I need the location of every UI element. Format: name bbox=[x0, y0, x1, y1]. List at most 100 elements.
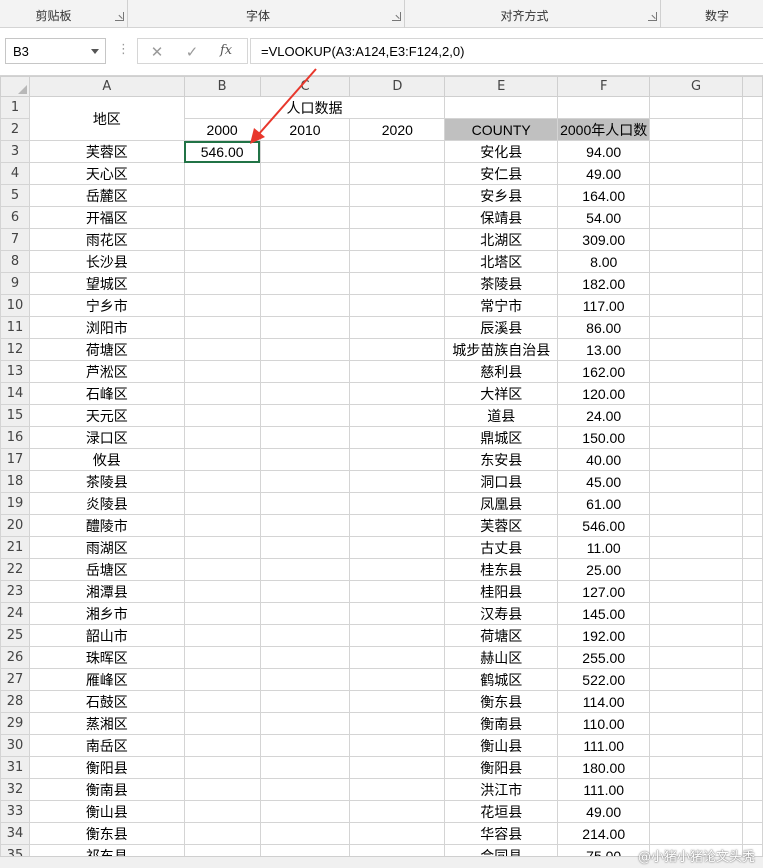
cell-county[interactable]: 衡山县 bbox=[444, 734, 559, 757]
row-header[interactable]: 3 bbox=[0, 140, 30, 163]
cell-region[interactable]: 石峰区 bbox=[28, 382, 185, 405]
row-header[interactable]: 2 bbox=[0, 118, 30, 141]
select-all-corner[interactable] bbox=[0, 76, 30, 97]
cell-population[interactable]: 8.00 bbox=[557, 250, 651, 273]
cell-c[interactable] bbox=[259, 756, 351, 779]
row-header[interactable]: 10 bbox=[0, 294, 30, 317]
cell-b[interactable] bbox=[183, 514, 261, 537]
cell-g[interactable] bbox=[649, 426, 743, 449]
cell-c[interactable] bbox=[259, 316, 351, 339]
row-header[interactable]: 24 bbox=[0, 602, 30, 625]
cell-county[interactable]: 凤凰县 bbox=[444, 492, 559, 515]
cell-g[interactable] bbox=[649, 228, 743, 251]
chevron-down-icon[interactable] bbox=[91, 49, 99, 54]
cell-region[interactable]: 炎陵县 bbox=[28, 492, 185, 515]
cell-b[interactable] bbox=[183, 272, 261, 295]
row-header[interactable]: 23 bbox=[0, 580, 30, 603]
cell-d[interactable] bbox=[349, 228, 446, 251]
cell-h[interactable] bbox=[741, 756, 763, 779]
cell-d[interactable] bbox=[349, 426, 446, 449]
cell-population[interactable]: 162.00 bbox=[557, 360, 651, 383]
cell-d[interactable] bbox=[349, 470, 446, 493]
cell-c[interactable] bbox=[259, 558, 351, 581]
cell-county[interactable]: 赫山区 bbox=[444, 646, 559, 669]
enter-icon[interactable]: ✓ bbox=[182, 43, 202, 61]
cell-c[interactable] bbox=[259, 778, 351, 801]
cell-d[interactable] bbox=[349, 448, 446, 471]
row-header[interactable]: 19 bbox=[0, 492, 30, 515]
cell-population[interactable]: 86.00 bbox=[557, 316, 651, 339]
cell-d[interactable] bbox=[349, 822, 446, 845]
cell-county[interactable]: 保靖县 bbox=[444, 206, 559, 229]
cell-b[interactable] bbox=[183, 778, 261, 801]
cell-c[interactable] bbox=[259, 250, 351, 273]
cell-d[interactable] bbox=[349, 140, 446, 163]
cell-c[interactable] bbox=[259, 734, 351, 757]
row-header[interactable]: 25 bbox=[0, 624, 30, 647]
cell-c[interactable] bbox=[259, 822, 351, 845]
cell-region[interactable]: 浏阳市 bbox=[28, 316, 185, 339]
cell-c[interactable] bbox=[259, 470, 351, 493]
cell-b2-year[interactable]: 2000 bbox=[183, 118, 261, 141]
cell-county[interactable]: 城步苗族自治县 bbox=[444, 338, 559, 361]
cell-h2[interactable] bbox=[741, 118, 763, 141]
cell-region[interactable]: 醴陵市 bbox=[28, 514, 185, 537]
cell-c[interactable] bbox=[259, 712, 351, 735]
cell-population[interactable]: 180.00 bbox=[557, 756, 651, 779]
row-header[interactable]: 20 bbox=[0, 514, 30, 537]
row-header[interactable]: 29 bbox=[0, 712, 30, 735]
cell-b[interactable] bbox=[183, 558, 261, 581]
cell-c[interactable] bbox=[259, 162, 351, 185]
cell-population[interactable]: 94.00 bbox=[557, 140, 651, 163]
cell-h[interactable] bbox=[741, 426, 763, 449]
cell-county[interactable]: 桂阳县 bbox=[444, 580, 559, 603]
cell-h[interactable] bbox=[741, 734, 763, 757]
row-header[interactable]: 26 bbox=[0, 646, 30, 669]
cell-h[interactable] bbox=[741, 294, 763, 317]
cell-population[interactable]: 13.00 bbox=[557, 338, 651, 361]
cell-region[interactable]: 衡阳县 bbox=[28, 756, 185, 779]
cell-population[interactable]: 145.00 bbox=[557, 602, 651, 625]
cell-d[interactable] bbox=[349, 206, 446, 229]
cell-region[interactable]: 珠晖区 bbox=[28, 646, 185, 669]
row-header[interactable]: 8 bbox=[0, 250, 30, 273]
cell-d[interactable] bbox=[349, 712, 446, 735]
cell-b[interactable] bbox=[183, 162, 261, 185]
cell-d[interactable] bbox=[349, 690, 446, 713]
cell-c[interactable] bbox=[259, 624, 351, 647]
cell-g[interactable] bbox=[649, 734, 743, 757]
cell-region[interactable]: 望城区 bbox=[28, 272, 185, 295]
cell-c[interactable] bbox=[259, 492, 351, 515]
row-header[interactable]: 12 bbox=[0, 338, 30, 361]
cell-d[interactable] bbox=[349, 272, 446, 295]
cell-h[interactable] bbox=[741, 492, 763, 515]
cell-g[interactable] bbox=[649, 492, 743, 515]
cell-g[interactable] bbox=[649, 778, 743, 801]
insert-function-icon[interactable]: fx bbox=[220, 43, 232, 58]
cell-county[interactable]: 北湖区 bbox=[444, 228, 559, 251]
column-header-c[interactable]: C bbox=[259, 76, 351, 97]
cell-d[interactable] bbox=[349, 756, 446, 779]
column-header-h[interactable] bbox=[741, 76, 763, 97]
cell-population[interactable]: 111.00 bbox=[557, 778, 651, 801]
cell-d[interactable] bbox=[349, 558, 446, 581]
cell-b[interactable] bbox=[183, 206, 261, 229]
cell-population[interactable]: 54.00 bbox=[557, 206, 651, 229]
cell-region[interactable]: 渌口区 bbox=[28, 426, 185, 449]
cell-county[interactable]: 安化县 bbox=[444, 140, 559, 163]
cell-region[interactable]: 湘潭县 bbox=[28, 580, 185, 603]
cell-population[interactable]: 114.00 bbox=[557, 690, 651, 713]
cell-g[interactable] bbox=[649, 800, 743, 823]
cell-d[interactable] bbox=[349, 580, 446, 603]
cell-g[interactable] bbox=[649, 646, 743, 669]
row-header[interactable]: 1 bbox=[0, 96, 30, 119]
cell-county[interactable]: 荷塘区 bbox=[444, 624, 559, 647]
cell-h[interactable] bbox=[741, 624, 763, 647]
cell-g[interactable] bbox=[649, 404, 743, 427]
cell-population[interactable]: 45.00 bbox=[557, 470, 651, 493]
cell-c[interactable] bbox=[259, 404, 351, 427]
cell-g[interactable] bbox=[649, 668, 743, 691]
cell-d[interactable] bbox=[349, 602, 446, 625]
cell-g[interactable] bbox=[649, 624, 743, 647]
cell-population[interactable]: 164.00 bbox=[557, 184, 651, 207]
